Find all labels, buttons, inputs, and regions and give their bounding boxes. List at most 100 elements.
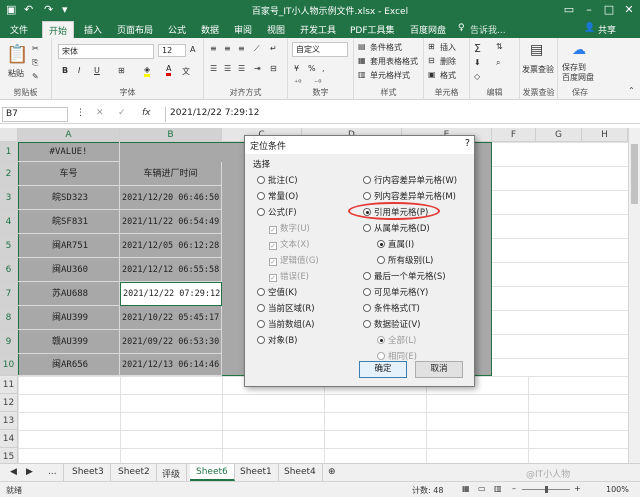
conditional-format-button[interactable]: 条件格式 (370, 42, 402, 53)
phonetic-icon[interactable]: 文 (182, 66, 190, 77)
cell-a9[interactable]: 赣AU399 (18, 330, 120, 354)
align-bottom-icon[interactable]: ≡ (238, 44, 245, 53)
column-header-g[interactable]: G (536, 128, 582, 142)
indent-icon[interactable]: ⇥ (254, 64, 261, 73)
header-entry-time[interactable]: 车辆进厂时间 (120, 162, 222, 186)
cell-b4[interactable]: 2021/11/22 06:54:49 (120, 210, 222, 234)
name-box[interactable]: B7 (2, 107, 68, 122)
option-current-region[interactable]: 当前区域(R) (257, 302, 315, 314)
format-painter-icon[interactable]: ✎ (32, 72, 39, 81)
zoom-out-icon[interactable]: – (512, 484, 516, 493)
align-left-icon[interactable]: ☰ (210, 64, 217, 73)
row-header-3[interactable]: 3 (0, 186, 18, 210)
sheet-tab-sheet2[interactable]: Sheet2 (112, 464, 157, 481)
font-grow-icon[interactable]: A (190, 45, 195, 54)
tab-insert[interactable]: 插入 (84, 23, 102, 36)
autosum-icon[interactable]: Σ (474, 42, 481, 55)
share-button[interactable]: 共享 (598, 23, 616, 36)
cell-a4[interactable]: 皖SF831 (18, 210, 120, 234)
option-logicals[interactable]: ✓ 逻辑值(G) (269, 254, 319, 266)
sort-filter-icon[interactable]: ⇅ (496, 42, 503, 51)
cell-a7[interactable]: 苏AU688 (18, 282, 120, 306)
close-window-icon[interactable]: ✕ (620, 3, 638, 16)
tell-me-search[interactable]: 告诉我... (470, 23, 506, 36)
row-header-1[interactable]: 1 (0, 142, 18, 162)
align-middle-icon[interactable]: ≡ (224, 44, 231, 53)
align-center-icon[interactable]: ☰ (224, 64, 231, 73)
dialog-help-icon[interactable]: ? (465, 138, 470, 149)
option-direct-only[interactable]: 直属(I) (377, 238, 414, 250)
increase-decimal-icon[interactable]: ⁺⁰ (294, 78, 301, 87)
font-name-select[interactable]: 宋体 (58, 44, 154, 59)
option-dependents[interactable]: 从属单元格(D) (363, 222, 430, 234)
tab-data[interactable]: 数据 (201, 23, 219, 36)
option-formulas[interactable]: 公式(F) (257, 206, 297, 218)
border-icon[interactable]: ⊞ (118, 66, 125, 75)
sheet-tab-sheet6[interactable]: Sheet6 (190, 464, 235, 481)
cell-b10[interactable]: 2021/12/13 06:14:46 (120, 354, 222, 376)
maximize-icon[interactable]: □ (600, 3, 618, 16)
collapse-ribbon-icon[interactable]: ⌃ (628, 86, 635, 95)
copy-icon[interactable]: ⎘ (32, 58, 38, 68)
row-header-11[interactable]: 11 (0, 376, 18, 394)
empty-cells-right[interactable] (492, 142, 628, 376)
page-break-view-icon[interactable]: ▥ (494, 484, 502, 493)
sheet-tab-sheet3[interactable]: Sheet3 (66, 464, 111, 481)
tab-review[interactable]: 审阅 (234, 23, 252, 36)
cut-icon[interactable]: ✂ (32, 44, 39, 53)
option-row-differences[interactable]: 行内容差异单元格(W) (363, 174, 457, 186)
redo-icon[interactable]: ↷ (44, 3, 53, 17)
option-objects[interactable]: 对象(B) (257, 334, 297, 346)
row-header-12[interactable]: 12 (0, 394, 18, 412)
option-numbers[interactable]: ✓ 数字(U) (269, 222, 310, 234)
row-header-15[interactable]: 15 (0, 448, 18, 463)
option-all-levels[interactable]: 所有级别(L) (377, 254, 433, 266)
row-header-4[interactable]: 4 (0, 210, 18, 234)
option-constants[interactable]: 常量(O) (257, 190, 298, 202)
align-top-icon[interactable]: ≡ (210, 44, 217, 53)
column-header-h[interactable]: H (582, 128, 628, 142)
column-header-f[interactable]: F (492, 128, 536, 142)
cell-b6[interactable]: 2021/12/12 06:55:58 (120, 258, 222, 282)
insert-function-button[interactable]: fx (142, 108, 151, 118)
tab-view[interactable]: 视图 (267, 23, 285, 36)
column-header-a[interactable]: A (18, 128, 120, 142)
comma-icon[interactable]: , (322, 64, 325, 73)
vertical-scrollbar[interactable] (628, 128, 640, 463)
option-comments[interactable]: 批注(C) (257, 174, 298, 186)
tab-file[interactable]: 文件 (10, 23, 28, 36)
option-visible-cells[interactable]: 可见单元格(Y) (363, 286, 428, 298)
cell-b5[interactable]: 2021/12/05 06:12:28 (120, 234, 222, 258)
confirm-entry-icon[interactable]: ✓ (118, 108, 126, 118)
option-column-differences[interactable]: 列内容差异单元格(M) (363, 190, 456, 202)
paste-button[interactable]: 粘贴 (8, 68, 24, 79)
scrollbar-thumb[interactable] (631, 144, 638, 204)
option-current-array[interactable]: 当前数组(A) (257, 318, 314, 330)
currency-icon[interactable]: ¥ (294, 64, 299, 73)
option-validation-all[interactable]: 全部(L) (377, 334, 416, 346)
row-header-7[interactable]: 7 (0, 282, 18, 306)
cell-a3[interactable]: 皖SD323 (18, 186, 120, 210)
empty-cells[interactable] (18, 376, 628, 463)
ribbon-display-icon[interactable]: ▭ (560, 3, 578, 16)
undo-icon[interactable]: ↶ (24, 3, 33, 17)
cell-a6[interactable]: 闽AU360 (18, 258, 120, 282)
decrease-decimal-icon[interactable]: ⁻⁰ (314, 78, 321, 87)
fill-icon[interactable]: ⬇ (474, 58, 481, 67)
find-select-icon[interactable]: ⌕ (496, 58, 500, 68)
number-format-select[interactable]: 自定义 (292, 42, 348, 57)
share-icon[interactable]: 👤 (584, 23, 595, 33)
table-format-button[interactable]: 套用表格格式 (370, 56, 418, 67)
row-header-9[interactable]: 9 (0, 330, 18, 354)
invoice-check-button[interactable]: 发票查验 (522, 64, 554, 75)
cell-b9[interactable]: 2021/09/22 06:53:30 (120, 330, 222, 354)
row-header-10[interactable]: 10 (0, 354, 18, 376)
tab-developer[interactable]: 开发工具 (300, 23, 336, 36)
sheet-tab-sheet1[interactable]: Sheet1 (234, 464, 279, 481)
select-all-corner[interactable] (0, 128, 18, 142)
percent-icon[interactable]: % (308, 64, 316, 73)
cell-a1[interactable]: #VALUE! (18, 142, 120, 162)
cell-b7-active[interactable]: 2021/12/22 07:29:12 (120, 282, 222, 306)
row-header-13[interactable]: 13 (0, 412, 18, 430)
orientation-icon[interactable]: ⟋ (254, 44, 260, 54)
